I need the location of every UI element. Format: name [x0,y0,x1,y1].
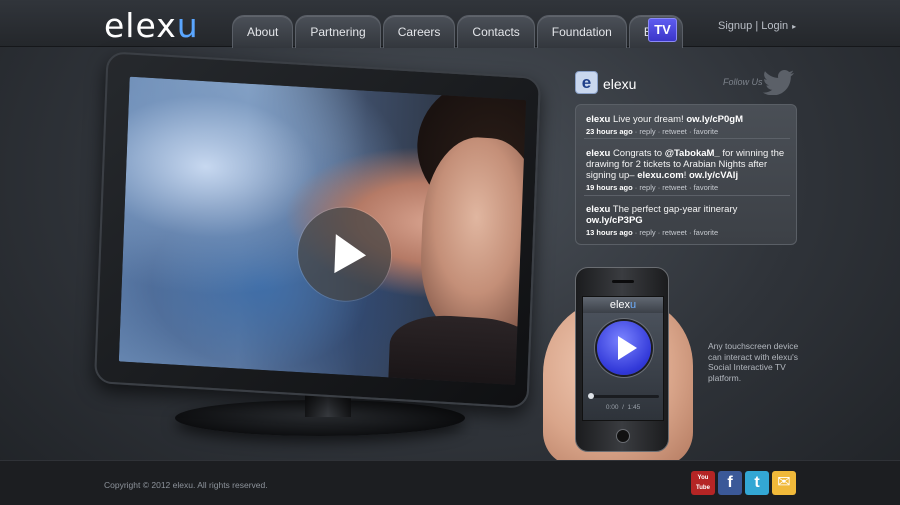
tweet-text: The perfect gap-year itinerary [612,204,738,215]
tweet-time: 19 hours ago [586,183,633,192]
site-footer: Copyright © 2012 elexu. All rights reser… [0,460,900,505]
site-logo[interactable]: elexu [104,6,199,45]
tweet-text: Congrats to [612,148,665,159]
phone-app-title-text: elex [609,299,631,311]
phone-play-button[interactable] [597,321,651,375]
tweet-user[interactable]: elexu [586,114,610,125]
phone-speaker [612,280,634,283]
nav-tab-about[interactable]: About [232,15,294,48]
tweet-domain-link[interactable]: elexu.com [637,170,683,181]
twitter-icon[interactable]: t [745,471,769,495]
tv-badge-button[interactable]: TV [648,18,677,42]
tweet-text: Live your dream! [612,114,687,125]
twitter-account-name[interactable]: elexu [603,76,636,92]
tweet-divider [584,195,790,196]
mail-label: ✉ [777,474,791,491]
signup-link[interactable]: Signup [718,20,752,32]
tweet-time: 13 hours ago [586,228,633,237]
tweet-link[interactable]: ow.ly/cVAlj [689,170,738,181]
main-nav: About Partnering Careers Contacts Founda… [232,15,683,48]
logo-text: elex [104,6,177,45]
twitter-feed: elexu Live your dream! ow.ly/cP0gM 23 ho… [575,104,797,245]
tweet-mention[interactable]: @TabokaM_ [665,148,720,159]
site-header: elexu About Partnering Careers Contacts … [0,0,900,48]
chevron-right-icon: ▸ [792,22,797,31]
tweet-link[interactable]: ow.ly/cP3PG [586,215,643,226]
phone-caption: Any touchscreen device can interact with… [708,341,799,383]
twitter-bird-icon[interactable] [762,69,796,95]
tweet-link[interactable]: ow.ly/cP0gM [686,114,743,125]
auth-separator: | [755,20,759,32]
tweet-retweet-link[interactable]: retweet [662,228,687,237]
youtube-icon[interactable]: You Tube [691,471,715,495]
tweet-time: 23 hours ago [586,127,633,136]
tweet-item: elexu Congrats to @TabokaM_ for winning … [586,148,785,192]
phone-time-elapsed: 0:00 [605,404,619,411]
phone-time-readout: 0:00 / 1:45 [583,404,663,411]
tweet-user[interactable]: elexu [586,204,610,215]
nav-tab-partnering[interactable]: Partnering [295,15,381,48]
phone-progress-track[interactable] [589,395,659,398]
tweet-item: elexu Live your dream! ow.ly/cP0gM 23 ho… [586,114,744,136]
tweet-reply-link[interactable]: reply [639,228,655,237]
tweet-divider [584,138,790,139]
nav-tab-foundation[interactable]: Foundation [536,15,627,48]
youtube-label: You Tube [696,475,710,491]
phone-screen: elexu 0:00 / 1:45 [582,296,664,421]
facebook-label: f [727,474,733,491]
tweet-user[interactable]: elexu [586,148,610,159]
phone-device: elexu 0:00 / 1:45 [575,267,669,452]
tweet-favorite-link[interactable]: favorite [694,183,719,192]
phone-home-button[interactable] [616,429,630,443]
auth-links: Signup | Login ▸ [718,20,796,32]
tweet-favorite-link[interactable]: favorite [694,127,719,136]
play-icon [618,336,637,360]
play-icon [334,234,367,274]
phone-progress-knob[interactable] [588,393,594,399]
tweet-reply-link[interactable]: reply [639,127,655,136]
tweet-retweet-link[interactable]: retweet [662,127,687,136]
login-link[interactable]: Login [761,20,788,32]
video-screen[interactable] [118,76,527,385]
mail-icon[interactable]: ✉ [772,471,796,495]
phone-app-title: elexu [583,297,663,313]
twitter-avatar[interactable]: e [575,71,598,94]
copyright-text: Copyright © 2012 elexu. All rights reser… [104,480,268,490]
nav-tab-careers[interactable]: Careers [382,15,456,48]
twitter-header: e elexu Follow Us [575,69,797,99]
phone-app-title-accent: u [630,299,637,311]
tweet-reply-link[interactable]: reply [639,183,655,192]
nav-tab-contacts[interactable]: Contacts [457,15,535,48]
facebook-icon[interactable]: f [718,471,742,495]
video-play-button[interactable] [296,204,393,304]
tv-frame [93,51,542,409]
tweet-item: elexu The perfect gap-year itinerary ow.… [586,204,738,237]
follow-us-link[interactable]: Follow Us [723,77,763,87]
phone-time-separator: / [622,404,624,411]
logo-accent: u [176,6,199,45]
phone-time-total: 1:45 [627,404,641,411]
twitter-label: t [754,474,760,491]
tweet-favorite-link[interactable]: favorite [694,228,719,237]
tweet-retweet-link[interactable]: retweet [662,183,687,192]
video-still-shirt [387,312,527,385]
